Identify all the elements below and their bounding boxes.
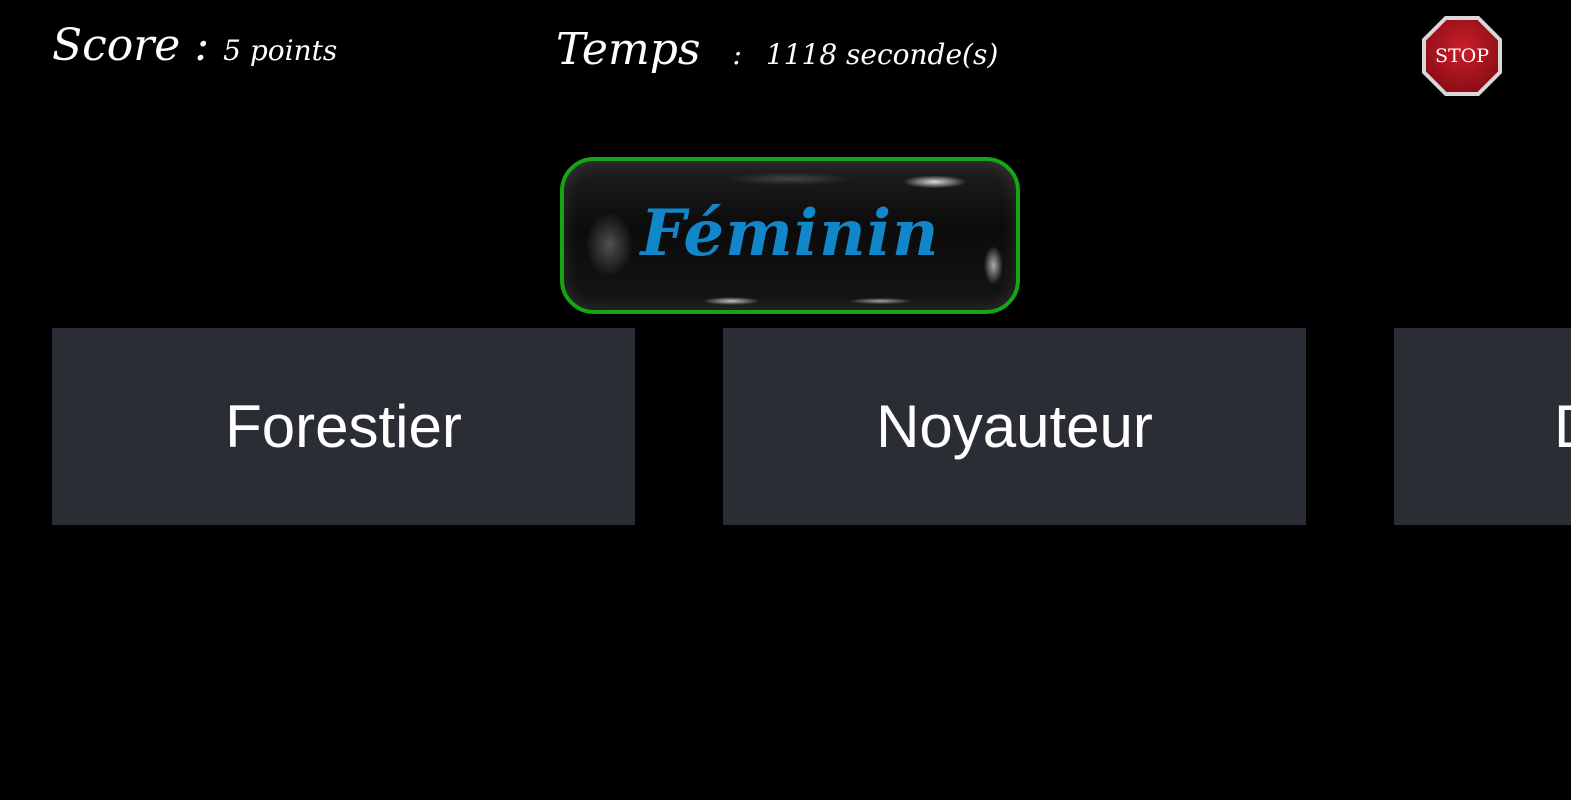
prompt-card: Féminin [560, 157, 1020, 314]
score-value: 5 points [223, 34, 338, 67]
answer-label-1: Forestier [225, 392, 462, 460]
answer-button-1[interactable]: Forestier [52, 328, 635, 525]
stop-label: STOP [1435, 45, 1489, 67]
answer-button-3[interactable]: D [1394, 328, 1571, 525]
stop-sign-icon: STOP [1422, 16, 1502, 96]
score-display: Score : 5 points [52, 24, 337, 68]
score-label: Score : [52, 20, 210, 71]
timer-display: Temps : 1118 seconde(s) [556, 28, 998, 72]
prompt-word: Féminin [640, 195, 940, 271]
answer-button-2[interactable]: Noyauteur [723, 328, 1306, 525]
time-separator: : [732, 38, 742, 71]
answer-label-2: Noyauteur [876, 392, 1153, 460]
time-label: Temps [556, 24, 701, 75]
answer-label-3: D [1554, 396, 1571, 457]
stop-button[interactable]: STOP [1421, 15, 1503, 97]
time-value: 1118 seconde(s) [765, 38, 999, 71]
